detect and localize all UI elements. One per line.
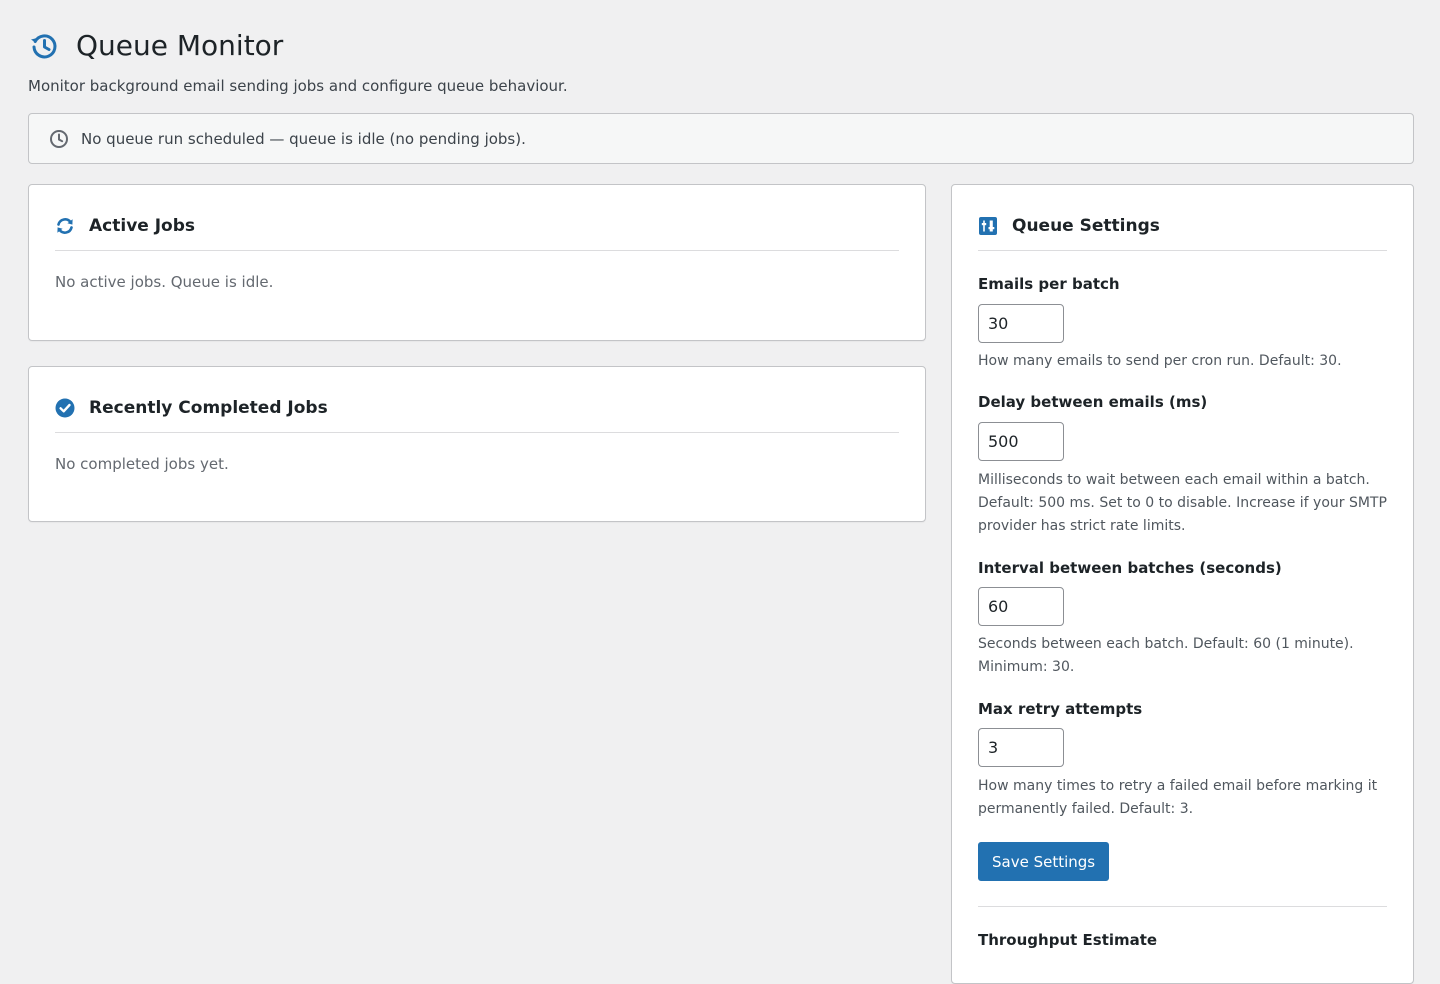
emails-per-batch-help: How many emails to send per cron run. De… (978, 353, 1342, 369)
page-description: Monitor background email sending jobs an… (28, 77, 568, 95)
queue-status-notice: No queue run scheduled — queue is idle (… (28, 113, 1414, 164)
interval-between-batches-label: Interval between batches (seconds) (978, 559, 1282, 577)
queue-status-text: No queue run scheduled — queue is idle (… (81, 129, 526, 148)
refresh-icon (55, 216, 75, 236)
delay-between-emails-input[interactable] (978, 422, 1064, 461)
settings-divider (978, 906, 1387, 907)
check-circle-icon (55, 398, 75, 418)
interval-between-batches-input[interactable] (978, 587, 1064, 626)
queue-settings-header: Queue Settings (978, 207, 1387, 251)
delay-between-emails-help: Milliseconds to wait between each email … (978, 472, 1387, 534)
sliders-icon (978, 216, 998, 236)
throughput-estimate-title: Throughput Estimate (978, 931, 1158, 949)
page-wrapper: Queue Monitor Monitor background email s… (28, 0, 1414, 984)
max-retry-attempts-input[interactable] (978, 728, 1064, 767)
emails-per-batch-label: Emails per batch (978, 275, 1120, 293)
active-jobs-title: Active Jobs (89, 215, 196, 236)
queue-settings-card: Queue Settings Emails per batch How many… (951, 184, 1414, 984)
max-retry-attempts-label: Max retry attempts (978, 700, 1143, 718)
clock-icon (49, 129, 69, 149)
completed-jobs-title: Recently Completed Jobs (89, 397, 328, 418)
completed-jobs-card: Recently Completed Jobs No completed job… (28, 366, 926, 522)
emails-per-batch-input[interactable] (978, 304, 1064, 343)
active-jobs-header: Active Jobs (55, 207, 899, 251)
page-header: Queue Monitor (28, 28, 283, 64)
queue-settings-title: Queue Settings (1012, 215, 1160, 236)
interval-between-batches-help: Seconds between each batch. Default: 60 … (978, 636, 1354, 675)
history-icon (28, 30, 60, 62)
max-retry-attempts-help: How many times to retry a failed email b… (978, 778, 1378, 817)
completed-jobs-header: Recently Completed Jobs (55, 389, 899, 433)
save-settings-button[interactable]: Save Settings (978, 842, 1110, 881)
delay-between-emails-label: Delay between emails (ms) (978, 393, 1208, 411)
active-jobs-empty-text: No active jobs. Queue is idle. (55, 273, 274, 291)
completed-jobs-empty-text: No completed jobs yet. (55, 455, 229, 473)
page-title: Queue Monitor (76, 29, 284, 62)
active-jobs-card: Active Jobs No active jobs. Queue is idl… (28, 184, 926, 341)
